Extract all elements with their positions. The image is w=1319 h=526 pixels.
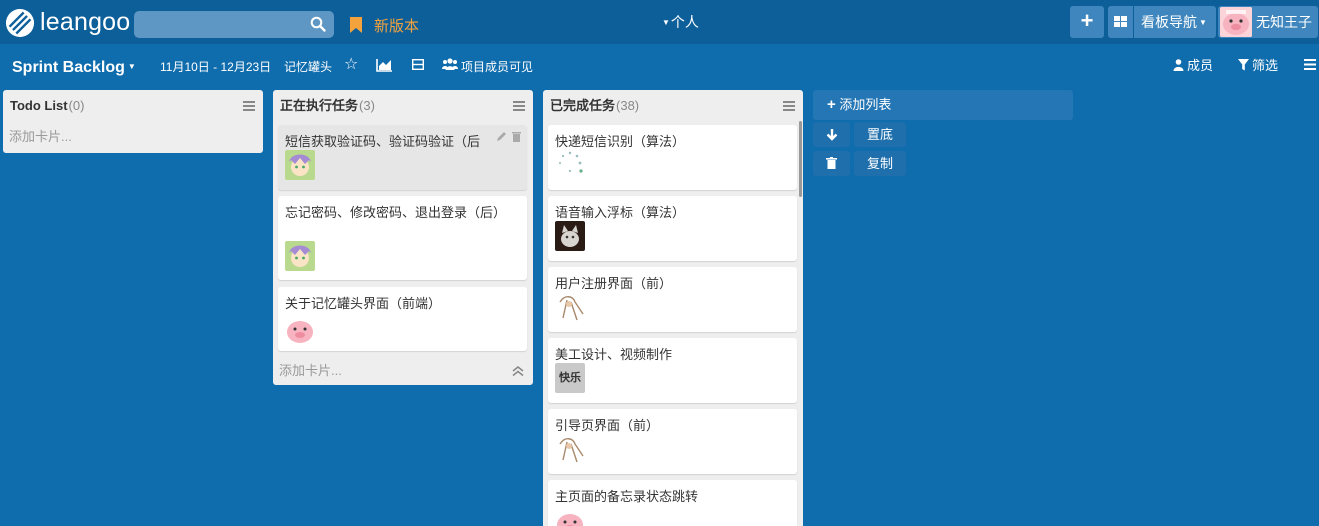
card-title: 忘记密码、修改密码、退出登录（后） — [285, 205, 507, 220]
grid-icon — [1114, 16, 1127, 27]
sketch-avatar-icon — [555, 434, 585, 464]
pig-avatar-icon — [555, 508, 585, 526]
top-bar: leangoo 新版本 ▼个人 + 看板导航 ▼ 无知王子 — [0, 0, 1319, 44]
board-nav-label: 看板导航 — [1141, 14, 1197, 30]
anime-avatar-icon — [285, 241, 315, 271]
filter-icon — [1238, 59, 1249, 71]
card-title: 快递短信识别（算法） — [555, 134, 686, 149]
list-menu-icon[interactable] — [783, 101, 795, 111]
card-title: 关于记忆罐头界面（前端） — [285, 296, 442, 311]
copy-button[interactable]: 复制 — [854, 151, 906, 176]
members-button[interactable]: 成员 — [1187, 58, 1213, 74]
task-card[interactable]: 快递短信识别（算法） — [548, 125, 797, 190]
user-icon — [1173, 59, 1184, 71]
card-title: 美工设计、视频制作 — [555, 347, 673, 362]
arrow-down-icon — [826, 129, 837, 141]
card-title: 引导页界面（前） — [555, 418, 660, 433]
task-card[interactable]: 用户注册界面（前） — [548, 267, 797, 332]
board-title: Sprint Backlog — [12, 59, 125, 76]
search-input[interactable] — [134, 11, 334, 38]
filter-button[interactable]: 筛选 — [1252, 58, 1278, 74]
add-card-link[interactable]: 添加卡片... — [9, 129, 72, 145]
task-card[interactable]: 主页面的备忘录状态跳转 — [548, 480, 797, 526]
card-title: 语音输入浮标（算法） — [555, 205, 686, 220]
caret-down-icon: ▼ — [1199, 18, 1207, 27]
hamburger-menu-icon[interactable] — [1304, 59, 1316, 70]
project-name[interactable]: 记忆罐头 — [284, 59, 332, 75]
leangoo-logo-icon[interactable] — [6, 9, 34, 37]
add-list-button[interactable]: + 添加列表 — [813, 90, 1073, 120]
edit-icon — [497, 132, 506, 141]
sprint-date-range: 11月10日 - 12月23日 — [160, 60, 272, 74]
visibility-setting[interactable]: 项目成员可见 — [461, 59, 533, 75]
loading-icon — [555, 150, 585, 180]
user-menu-button[interactable]: 无知王子 — [1218, 6, 1318, 38]
personal-dropdown[interactable]: ▼个人 — [662, 12, 699, 33]
card-title: 短信获取验证码、验证码验证（后 — [285, 134, 481, 149]
list-title[interactable]: 正在执行任务(3) — [280, 98, 375, 114]
board-nav-button[interactable]: 看板导航 ▼ — [1134, 6, 1216, 38]
caret-down-icon: ▼ — [662, 18, 670, 27]
caret-down-icon: ▼ — [127, 62, 136, 71]
double-chevron-up-icon[interactable] — [512, 366, 524, 376]
personal-label: 个人 — [670, 14, 699, 30]
cat-avatar-icon — [555, 221, 585, 251]
logo-text[interactable]: leangoo — [40, 8, 130, 36]
add-list-label: 添加列表 — [839, 97, 892, 112]
area-chart-icon[interactable] — [376, 58, 393, 72]
card-title: 主页面的备忘录状态跳转 — [555, 489, 699, 504]
list-title[interactable]: 已完成任务(38) — [550, 98, 639, 114]
task-card[interactable]: 短信获取验证码、验证码验证（后 — [278, 125, 527, 190]
trash-icon — [826, 157, 837, 169]
add-button[interactable]: + — [1070, 6, 1104, 38]
new-version-link[interactable]: 新版本 — [374, 17, 419, 37]
task-card[interactable]: 美工设计、视频制作 快乐 — [548, 338, 797, 403]
list-scrollbar[interactable] — [799, 121, 802, 197]
label-avatar: 快乐 — [555, 363, 585, 393]
plus-icon: + — [827, 96, 836, 113]
copy-icon-button[interactable] — [813, 151, 850, 176]
trash-icon — [512, 132, 521, 142]
list-done: 已完成任务(38) 快递短信识别（算法） 语音输入浮标（算法） 用户注册界面（前… — [543, 90, 803, 526]
plus-icon: + — [1080, 8, 1094, 33]
task-card[interactable]: 忘记密码、修改密码、退出登录（后） — [278, 196, 527, 280]
group-icon — [442, 58, 458, 70]
task-card[interactable]: 引导页界面（前） — [548, 409, 797, 474]
task-card[interactable]: 关于记忆罐头界面（前端） — [278, 287, 527, 351]
user-name: 无知王子 — [1256, 14, 1312, 30]
board-header: Sprint Backlog ▼ 11月10日 - 12月23日 记忆罐头 ☆ 项… — [0, 44, 1319, 88]
bookmark-icon[interactable] — [349, 16, 363, 34]
list-menu-icon[interactable] — [513, 101, 525, 111]
star-icon[interactable]: ☆ — [344, 56, 358, 74]
move-to-bottom-button[interactable]: 置底 — [854, 122, 906, 147]
list-title[interactable]: Todo List(0) — [10, 98, 84, 114]
board-grid-button[interactable] — [1108, 6, 1133, 38]
move-to-bottom-icon-button[interactable] — [813, 122, 850, 147]
card-tools — [497, 132, 521, 142]
add-card-link[interactable]: 添加卡片... — [279, 363, 342, 379]
pig-avatar-icon — [285, 315, 315, 345]
pig-avatar-icon — [1220, 7, 1252, 37]
card-title: 用户注册界面（前） — [555, 276, 673, 291]
sketch-avatar-icon — [555, 292, 585, 322]
list-in-progress: 正在执行任务(3) 短信获取验证码、验证码验证（后 忘记密码、修改密码、退出登录… — [273, 90, 533, 385]
anime-avatar-icon — [285, 150, 315, 180]
board-title-dropdown[interactable]: Sprint Backlog ▼ — [12, 57, 136, 78]
search-icon[interactable] — [310, 16, 326, 32]
list-todo: Todo List(0) 添加卡片... — [3, 90, 263, 153]
split-view-icon[interactable] — [412, 59, 424, 70]
list-menu-icon[interactable] — [243, 101, 255, 111]
task-card[interactable]: 语音输入浮标（算法） — [548, 196, 797, 261]
